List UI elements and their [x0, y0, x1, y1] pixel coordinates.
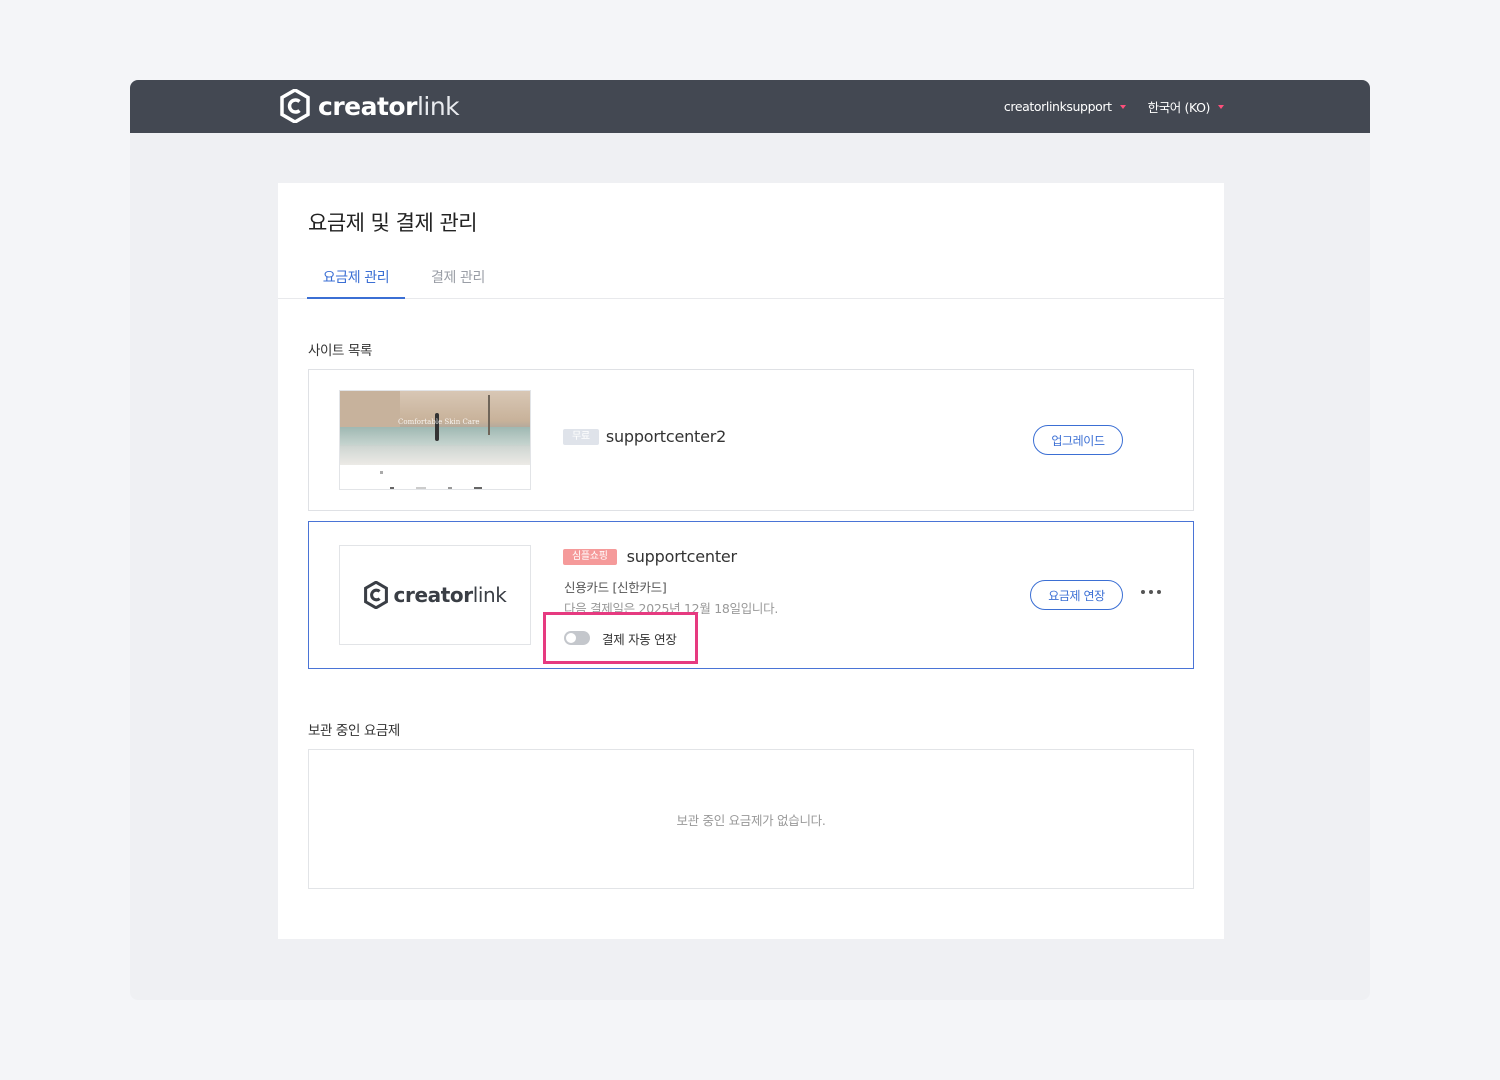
page-title: 요금제 및 결제 관리 [308, 211, 478, 235]
thumbnail-wordmark: creatorlink [393, 583, 507, 607]
app-window: creatorlink creatorlinksupport 한국어 (KO) … [130, 80, 1370, 1000]
archived-plans-heading: 보관 중인 요금제 [308, 723, 400, 739]
site-thumbnail-image: Comfortable Skin Care [340, 391, 530, 465]
site-thumbnail[interactable]: creatorlink [339, 545, 531, 645]
site-thumbnail[interactable]: Comfortable Skin Care [339, 390, 531, 490]
plan-badge-free: 무료 [563, 428, 599, 445]
tab-bar: 요금제 관리 결제 관리 [278, 259, 1224, 299]
toggle-knob [566, 633, 576, 643]
archived-plans-empty-box: 보관 중인 요금제가 없습니다. [308, 749, 1194, 889]
caret-down-icon [1119, 104, 1126, 109]
language-menu-label: 한국어 (KO) [1147, 100, 1211, 115]
ellipsis-icon[interactable] [1141, 586, 1161, 598]
logo-wordmark: creatorlink [318, 91, 460, 121]
site-row: Comfortable Skin Care 무료 supportcenter2 업… [308, 369, 1194, 511]
site-title-line: 무료 supportcenter2 [563, 426, 726, 446]
account-menu-label: creatorlinksupport [1003, 99, 1112, 114]
site-name: supportcenter [626, 547, 738, 566]
account-menu[interactable]: creatorlinksupport [1004, 99, 1126, 114]
thumbnail-footer [340, 465, 530, 489]
auto-renew-highlight: 결제 자동 연장 [543, 612, 698, 664]
tab-plan-management[interactable]: 요금제 관리 [307, 267, 405, 299]
plan-badge-simple-shopping: 심플쇼핑 [563, 548, 617, 565]
thumbnail-caption: Comfortable Skin Care [398, 418, 480, 426]
extend-plan-button[interactable]: 요금제 연장 [1030, 580, 1123, 610]
empty-state-message: 보관 중인 요금제가 없습니다. [676, 812, 826, 828]
top-navigation-bar: creatorlink creatorlinksupport 한국어 (KO) [130, 80, 1370, 133]
site-list-heading: 사이트 목록 [308, 343, 372, 359]
top-nav-menu: creatorlinksupport 한국어 (KO) [1004, 80, 1224, 133]
creatorlink-logo[interactable]: creatorlink [280, 89, 460, 123]
auto-renew-toggle[interactable] [564, 631, 590, 645]
plan-management-card: 요금제 및 결제 관리 요금제 관리 결제 관리 사이트 목록 Comforta… [278, 183, 1224, 939]
site-title-line: 심플쇼핑 supportcenter [563, 546, 737, 566]
payment-method-text: 신용카드 [신한카드] [564, 580, 667, 595]
language-menu[interactable]: 한국어 (KO) [1148, 97, 1224, 116]
tab-payment-management[interactable]: 결제 관리 [431, 267, 485, 299]
caret-down-icon [1218, 104, 1224, 109]
creatorlink-logo-icon [280, 89, 310, 123]
site-thumbnail-logo: creatorlink [340, 546, 530, 644]
site-row: creatorlink 심플쇼핑 supportcenter 신용카드 [신한카드… [308, 521, 1194, 669]
creatorlink-logo-icon [363, 581, 388, 609]
upgrade-button[interactable]: 업그레이드 [1033, 425, 1123, 455]
auto-renew-label: 결제 자동 연장 [602, 631, 677, 647]
site-name: supportcenter2 [605, 427, 727, 446]
